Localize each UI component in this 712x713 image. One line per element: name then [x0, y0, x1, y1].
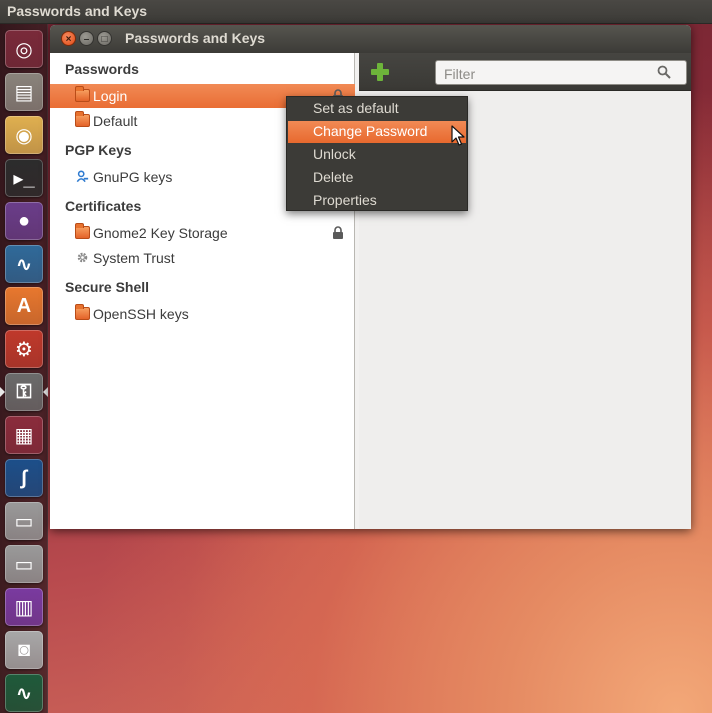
folder-icon — [75, 304, 90, 320]
menu-item-properties[interactable]: Properties — [288, 190, 466, 212]
section-header-secure-shell: Secure Shell — [65, 279, 150, 295]
launcher-item-system-settings[interactable]: ⚙ — [5, 330, 43, 368]
context-menu: Set as default Change Password Unlock De… — [286, 96, 468, 211]
menu-item-unlock[interactable]: Unlock — [288, 144, 466, 166]
camera-icon: ◙ — [17, 638, 31, 661]
filter-input[interactable] — [435, 60, 687, 85]
sidebar-item-label: OpenSSH keys — [93, 306, 189, 322]
sidebar-item-label: Login — [93, 88, 128, 104]
menu-item-change-password[interactable]: Change Password — [288, 121, 466, 143]
window-titlebar[interactable]: × – □ Passwords and Keys — [50, 25, 691, 53]
sidebar-item-label: Gnome2 Key Storage — [93, 225, 228, 241]
close-button[interactable]: × — [61, 31, 76, 46]
section-header-certificates: Certificates — [65, 198, 142, 214]
launcher-item-camera[interactable]: ◙ — [5, 631, 43, 669]
key-person-icon — [76, 170, 89, 183]
passwords-and-keys-icon: ⚿ — [16, 380, 32, 403]
menu-item-set-as-default[interactable]: Set as default — [288, 98, 466, 120]
sidebar-item-label: System Trust — [93, 250, 175, 266]
terminal-icon: ▸_ — [13, 167, 35, 190]
folder-icon — [75, 111, 90, 127]
search-icon[interactable] — [657, 65, 671, 79]
app-window-icon: ▥ — [14, 596, 34, 619]
sidebar-item-system-trust[interactable]: System Trust — [50, 246, 355, 270]
launcher-item-pulse-monitor[interactable]: ∿ — [5, 674, 43, 712]
system-settings-icon: ⚙ — [15, 338, 33, 361]
workspace-switcher-icon: ▦ — [14, 424, 34, 447]
launcher-item-drive-2[interactable]: ▭ — [5, 545, 43, 583]
mouse-cursor-icon — [451, 125, 465, 146]
launcher-item-workspace-switcher[interactable]: ▦ — [5, 416, 43, 454]
plus-icon — [377, 63, 383, 81]
launcher: ◎ ▤ ◉ ▸_ ● ∿ A ⚙ ⚿ ▦ ∫ ▭ ▭ ▥ ◙ ∿ — [0, 24, 48, 713]
top-panel: Passwords and Keys — [0, 0, 712, 24]
menu-item-delete[interactable]: Delete — [288, 167, 466, 189]
lock-icon — [333, 226, 343, 239]
wireshark-icon: ∫ — [21, 466, 27, 489]
sidebar-item-openssh-keys[interactable]: OpenSSH keys — [50, 302, 355, 326]
launcher-item-chromium[interactable]: ◉ — [5, 116, 43, 154]
active-window-arrow — [43, 387, 48, 397]
sidebar-item-gnome2-key-storage[interactable]: Gnome2 Key Storage — [50, 221, 355, 245]
gear-icon — [77, 252, 88, 263]
file-manager-icon: ▤ — [14, 81, 34, 104]
molecule-app-icon: ● — [17, 209, 31, 232]
launcher-item-drive[interactable]: ▭ — [5, 502, 43, 540]
launcher-item-software-center[interactable]: A — [5, 287, 43, 325]
minimize-button[interactable]: – — [79, 31, 94, 46]
window-title: Passwords and Keys — [125, 30, 266, 46]
folder-icon — [75, 223, 90, 239]
system-monitor-icon: ∿ — [15, 253, 33, 276]
folder-icon — [75, 86, 90, 102]
software-center-icon: A — [16, 294, 32, 317]
launcher-item-terminal[interactable]: ▸_ — [5, 159, 43, 197]
launcher-item-wireshark[interactable]: ∫ — [5, 459, 43, 497]
launcher-item-dash-home[interactable]: ◎ — [5, 30, 43, 68]
maximize-button[interactable]: □ — [97, 31, 112, 46]
top-panel-title: Passwords and Keys — [7, 3, 148, 19]
pulse-monitor-icon: ∿ — [15, 682, 33, 705]
sidebar-item-label: GnuPG keys — [93, 169, 173, 185]
drive-icon: ▭ — [14, 510, 34, 533]
launcher-item-file-manager[interactable]: ▤ — [5, 73, 43, 111]
launcher-item-molecule-app[interactable]: ● — [5, 202, 43, 240]
sidebar-item-label: Default — [93, 113, 138, 129]
chromium-icon: ◉ — [15, 124, 33, 147]
toolbar — [359, 53, 691, 91]
launcher-item-app-window[interactable]: ▥ — [5, 588, 43, 626]
launcher-item-passwords-and-keys[interactable]: ⚿ — [5, 373, 43, 411]
drive-2-icon: ▭ — [14, 553, 34, 576]
section-header-passwords: Passwords — [65, 61, 139, 77]
add-button[interactable] — [367, 59, 393, 85]
launcher-item-system-monitor[interactable]: ∿ — [5, 245, 43, 283]
dash-home-icon: ◎ — [15, 38, 33, 61]
running-indicator — [0, 387, 5, 397]
section-header-pgp-keys: PGP Keys — [65, 142, 132, 158]
